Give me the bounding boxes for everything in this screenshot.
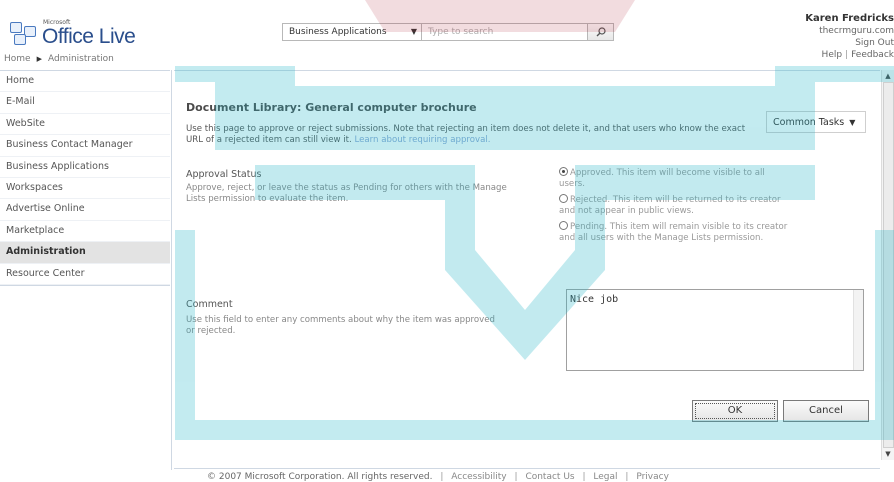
user-domain: thecrmguru.com [819, 26, 894, 36]
user-name: Karen Fredricks [805, 13, 894, 24]
breadcrumb-home[interactable]: Home [4, 54, 31, 64]
sidebar-item-business-applications[interactable]: Business Applications [0, 157, 170, 178]
help-link[interactable]: Help [822, 50, 843, 60]
privacy-link[interactable]: Privacy [636, 472, 669, 482]
accessibility-link[interactable]: Accessibility [451, 472, 506, 482]
sidebar-item-home[interactable]: Home [0, 71, 170, 93]
scroll-up-icon[interactable]: ▲ [882, 70, 894, 82]
ok-button[interactable]: OK [692, 400, 778, 422]
sidebar-nav: Home E-Mail WebSite Business Contact Man… [0, 70, 170, 286]
intro-text: Use this page to approve or reject submi… [186, 124, 746, 145]
sidebar-item-administration[interactable]: Administration [0, 242, 170, 264]
sidebar: Home E-Mail WebSite Business Contact Man… [0, 70, 172, 470]
sign-out-link[interactable]: Sign Out [805, 37, 894, 49]
search-input[interactable]: Type to search [422, 23, 588, 41]
breadcrumb-arrow-icon: ▶ [36, 55, 42, 63]
radio-pending[interactable]: Pending. This item will remain visible t… [559, 221, 791, 243]
common-tasks-button[interactable]: Common Tasks ▼ [766, 111, 866, 133]
help-separator: | [845, 50, 849, 60]
cancel-button[interactable]: Cancel [783, 400, 869, 422]
breadcrumb: Home ▶ Administration [4, 54, 114, 64]
main-content: Document Library: General computer broch… [174, 70, 880, 460]
approval-status-desc: Approve, reject, or leave the status as … [186, 183, 507, 204]
comment-desc: Use this field to enter any comments abo… [186, 315, 495, 336]
sidebar-item-business-contact-manager[interactable]: Business Contact Manager [0, 135, 170, 157]
sidebar-item-marketplace[interactable]: Marketplace [0, 221, 170, 243]
sidebar-item-resource-center[interactable]: Resource Center [0, 264, 170, 285]
search-scope-select[interactable]: Business Applications ▼ [282, 23, 422, 41]
feedback-link[interactable]: Feedback [851, 50, 894, 60]
help-links: Help | Feedback [805, 49, 894, 61]
search-icon [596, 27, 606, 37]
radio-checked-icon[interactable] [559, 167, 568, 176]
learn-more-link[interactable]: Learn about requiring approval. [354, 135, 490, 145]
page-scrollbar[interactable]: ▲ ▼ [881, 70, 894, 460]
radio-unchecked-icon[interactable] [559, 194, 568, 203]
footer-separator: | [514, 472, 518, 482]
legal-link[interactable]: Legal [593, 472, 617, 482]
search-scope-value: Business Applications [289, 27, 387, 37]
dropdown-arrow-icon: ▼ [849, 118, 856, 127]
common-tasks-label: Common Tasks [773, 117, 845, 128]
radio-approved-label: Approved. This item will become visible … [559, 168, 765, 189]
footer-separator: | [440, 472, 444, 482]
comment-label: Comment [186, 299, 233, 310]
footer-separator: | [625, 472, 629, 482]
radio-pending-label: Pending. This item will remain visible t… [559, 222, 788, 243]
footer-separator: | [582, 472, 586, 482]
footer: © 2007 Microsoft Corporation. All rights… [174, 468, 880, 482]
user-area: Karen Fredricks thecrmguru.com Sign Out … [805, 13, 894, 61]
comment-textarea[interactable]: Nice job [566, 289, 864, 371]
sidebar-item-email[interactable]: E-Mail [0, 92, 170, 114]
office-live-logo[interactable]: Microsoft Office Live [10, 20, 136, 48]
comment-value: Nice job [570, 294, 619, 305]
sidebar-item-website[interactable]: WebSite [0, 114, 170, 136]
breadcrumb-current: Administration [47, 54, 114, 64]
search-area: Business Applications ▼ Type to search [282, 23, 614, 41]
dropdown-arrow-icon: ▼ [410, 27, 417, 36]
approval-status-label: Approval Status [186, 169, 262, 180]
search-button[interactable] [588, 23, 614, 41]
office-logo-icon [10, 21, 38, 46]
radio-approved[interactable]: Approved. This item will become visible … [559, 167, 791, 189]
sidebar-item-advertise-online[interactable]: Advertise Online [0, 199, 170, 221]
copyright-text: © 2007 Microsoft Corporation. All rights… [207, 472, 433, 482]
header: Microsoft Office Live Business Applicati… [0, 0, 894, 70]
comment-scrollbar[interactable] [853, 290, 863, 370]
sidebar-item-workspaces[interactable]: Workspaces [0, 178, 170, 200]
radio-rejected-label: Rejected. This item will be returned to … [559, 195, 781, 216]
logo-office-live-text: Office Live [42, 25, 136, 48]
radio-unchecked-icon[interactable] [559, 221, 568, 230]
radio-rejected[interactable]: Rejected. This item will be returned to … [559, 194, 791, 216]
scrollbar-thumb[interactable] [883, 82, 894, 448]
search-placeholder: Type to search [428, 27, 494, 37]
scroll-down-icon[interactable]: ▼ [882, 448, 894, 460]
approval-radio-group: Approved. This item will become visible … [559, 167, 791, 248]
page-title: Document Library: General computer broch… [186, 101, 477, 114]
contact-us-link[interactable]: Contact Us [525, 472, 574, 482]
